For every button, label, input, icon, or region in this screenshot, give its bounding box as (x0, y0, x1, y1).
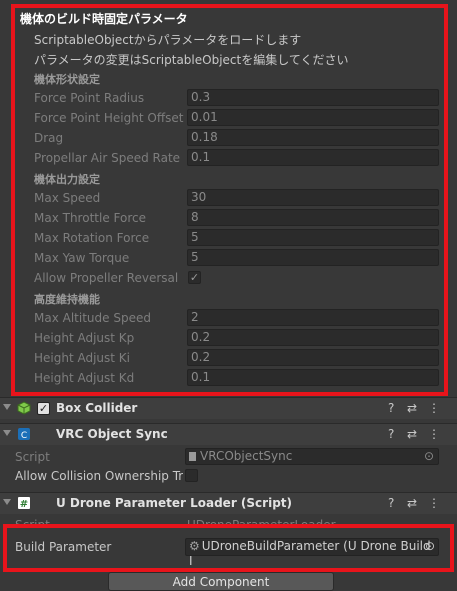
max-altitude-speed-field[interactable]: 2 (187, 309, 439, 326)
preset-icon[interactable]: ⇄ (407, 496, 417, 510)
build-parameter-field[interactable]: ⚙ UDroneBuildParameter (U Drone Build I ⊙ (185, 538, 439, 568)
height-adjust-kp-field[interactable]: 0.2 (187, 329, 439, 346)
loader-header[interactable]: # U Drone Parameter Loader (Script) ? ⇄ … (0, 492, 457, 514)
row-label: Max Rotation Force (34, 231, 150, 245)
params-title: 機体のビルド時固定パラメータ (20, 12, 188, 26)
loader-script-label: Script (15, 518, 50, 526)
kebab-menu-icon[interactable]: ⋮ (428, 427, 440, 441)
row-label: Force Point Height Offset (34, 111, 184, 125)
svg-text:C: C (21, 431, 27, 441)
preset-icon[interactable]: ⇄ (407, 401, 417, 415)
params-desc-1: ScriptableObjectからパラメータをロードします (34, 33, 302, 47)
help-icon[interactable]: ? (388, 496, 394, 510)
kebab-menu-icon[interactable]: ⋮ (428, 401, 440, 415)
svg-text:#: # (20, 499, 28, 510)
max-speed-field[interactable]: 30 (187, 189, 439, 206)
scriptable-object-icon: ⚙ (189, 539, 200, 553)
row-label: Height Adjust Kd (34, 371, 135, 385)
height-adjust-ki-field[interactable]: 0.2 (187, 349, 439, 366)
vrc-script-label: Script (15, 450, 50, 464)
vrc-object-sync-title: VRC Object Sync (56, 427, 168, 441)
row-label: Force Point Radius (34, 91, 145, 105)
params-desc-2: パラメータの変更はScriptableObjectを編集してください (34, 53, 349, 67)
row-label: Max Speed (34, 191, 101, 205)
build-parameter-value: UDroneBuildParameter (U Drone Build I (189, 539, 431, 568)
row-label: Drag (34, 131, 64, 145)
fold-arrow-icon[interactable] (3, 404, 11, 410)
section-shape: 機体形状設定 (34, 73, 100, 86)
drag-field[interactable]: 0.18 (187, 129, 439, 146)
row-label: Max Throttle Force (34, 211, 146, 225)
row-label: Max Yaw Torque (34, 251, 130, 265)
force-point-height-offset-field[interactable]: 0.01 (187, 109, 439, 126)
vrc-object-sync-header[interactable]: C VRC Object Sync ? ⇄ ⋮ (0, 423, 457, 445)
allow-collision-ownership-label: Allow Collision Ownership Tra (15, 469, 183, 483)
max-throttle-force-field[interactable]: 8 (187, 209, 439, 226)
fold-arrow-icon[interactable] (3, 430, 11, 436)
row-label: Height Adjust Ki (34, 351, 131, 365)
add-component-button[interactable]: Add Component (108, 572, 334, 591)
section-altitude: 高度維持機能 (34, 293, 100, 306)
max-rotation-force-field[interactable]: 5 (187, 229, 439, 246)
object-picker-icon: ⊙ (423, 449, 434, 463)
object-picker-icon[interactable]: ⊙ (425, 539, 435, 554)
row-label: Height Adjust Kp (34, 331, 135, 345)
allow-propeller-reversal-checkbox[interactable]: ✓ (188, 271, 201, 284)
row-label: Max Altitude Speed (34, 311, 151, 325)
script-file-icon (189, 452, 196, 461)
allow-collision-ownership-checkbox[interactable] (185, 469, 198, 482)
build-parameter-label: Build Parameter (15, 540, 112, 554)
vrc-script-field: VRCObjectSync ⊙ (185, 448, 439, 465)
help-icon[interactable]: ? (388, 427, 394, 441)
box-collider-enabled-checkbox[interactable]: ✓ (37, 402, 50, 415)
loader-script-value: UDroneParameterLoader (187, 518, 336, 526)
section-output: 機体出力設定 (34, 173, 100, 186)
fold-arrow-icon[interactable] (3, 499, 11, 505)
help-icon[interactable]: ? (388, 401, 394, 415)
propellar-air-speed-rate-field[interactable]: 0.1 (187, 149, 439, 166)
force-point-radius-field[interactable]: 0.3 (187, 89, 439, 106)
kebab-menu-icon[interactable]: ⋮ (428, 496, 440, 510)
box-collider-title: Box Collider (56, 401, 138, 415)
row-label: Propellar Air Speed Rate (34, 151, 181, 165)
box-collider-header[interactable]: ✓ Box Collider ? ⇄ ⋮ (0, 397, 457, 419)
loader-title: U Drone Parameter Loader (Script) (56, 496, 292, 510)
preset-icon[interactable]: ⇄ (407, 427, 417, 441)
vrc-script-value: VRCObjectSync (200, 449, 293, 463)
max-yaw-torque-field[interactable]: 5 (187, 249, 439, 266)
box-collider-icon (17, 401, 31, 415)
row-label: Allow Propeller Reversal (34, 271, 179, 285)
script-component-icon: # (17, 496, 31, 510)
height-adjust-kd-field[interactable]: 0.1 (187, 369, 439, 386)
vrc-sync-icon: C (17, 427, 31, 441)
